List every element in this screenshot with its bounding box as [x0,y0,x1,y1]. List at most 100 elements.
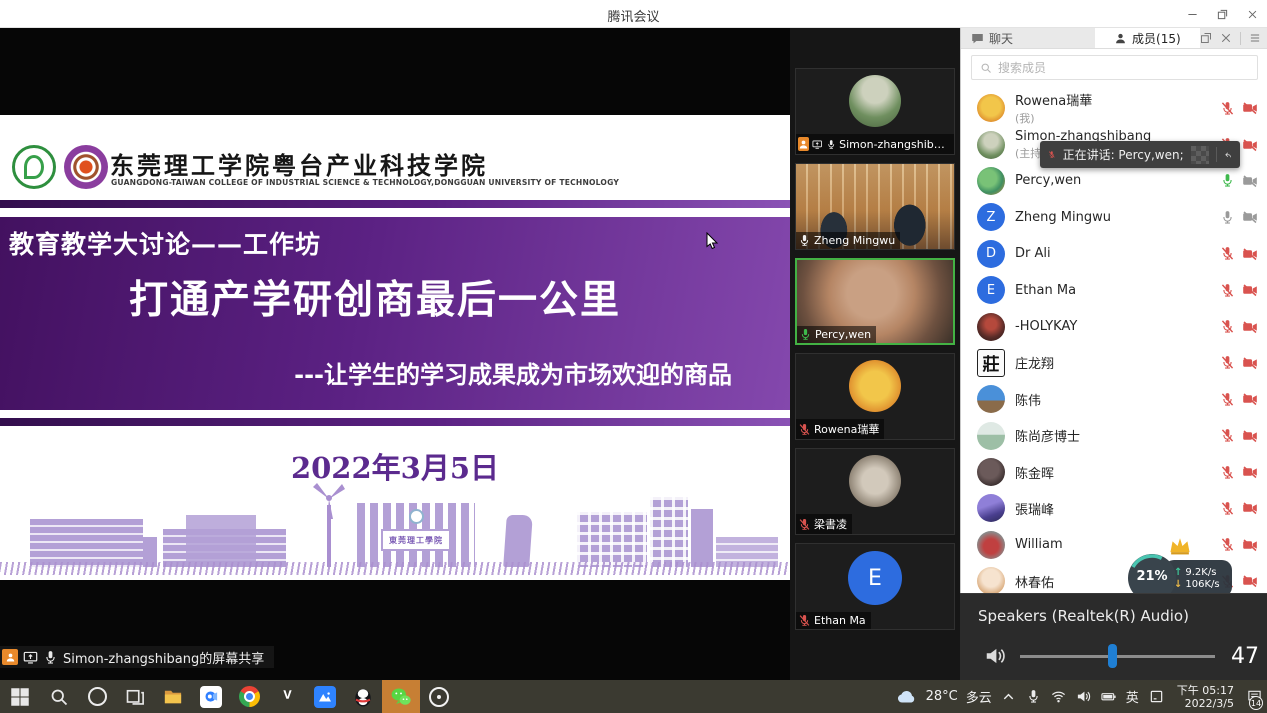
meeting-recorder-icon[interactable] [420,680,458,713]
mic-icon [798,518,811,531]
member-row[interactable]: 陈金晖 [961,454,1267,490]
task-view-icon[interactable] [116,680,154,713]
tray-battery-icon[interactable] [1096,680,1121,713]
popout-icon[interactable] [1200,32,1212,44]
camera-icon[interactable] [1242,573,1258,589]
member-name: 陈伟 [1015,390,1220,409]
camera-icon[interactable] [1242,137,1258,153]
restore-button[interactable] [1207,0,1237,28]
camera-icon[interactable] [1242,428,1258,444]
tencent-meeting-icon[interactable] [192,680,230,713]
mic-icon[interactable] [1220,319,1235,334]
wechat-icon[interactable] [382,680,420,713]
member-row[interactable]: 陈尚彦博士 [961,418,1267,454]
weather-condition[interactable]: 多云 [962,687,996,706]
volume-flyout: Speakers (Realtek(R) Audio) 47 [960,593,1267,680]
tray-wifi-icon[interactable] [1046,680,1071,713]
minimize-button[interactable] [1177,0,1207,28]
member-row[interactable]: William [961,527,1267,563]
video-tile-ethan[interactable]: E Ethan Ma [795,543,955,630]
reply-icon[interactable] [1224,148,1232,162]
chat-icon [971,32,984,45]
video-tile-liang[interactable]: 梁書凌 [795,448,955,535]
avatar [849,455,901,507]
participant-name: Zheng Mingwu [814,234,895,247]
mic-icon[interactable] [1220,173,1235,188]
member-row[interactable]: 陈伟 [961,381,1267,417]
camera-icon[interactable] [1242,246,1258,262]
campus-gate: 東莞理工學院 [357,503,475,567]
mic-icon[interactable] [1220,428,1235,443]
mic-icon[interactable] [1220,246,1235,261]
notification-center-icon[interactable]: 14 [1242,680,1267,713]
mic-icon[interactable] [1220,355,1235,370]
camera-icon[interactable] [1242,500,1258,516]
mic-icon[interactable] [1220,392,1235,407]
member-row[interactable]: Rowena瑞華(我) [961,90,1267,126]
camera-icon[interactable] [1242,282,1258,298]
video-tile-percy[interactable]: Percy,wen [795,258,955,345]
avatar [977,313,1005,341]
speaker-icon[interactable] [984,645,1006,667]
tab-chat[interactable]: 聊天 [961,28,1095,48]
start-button[interactable] [0,680,40,713]
close-panel-icon[interactable] [1220,32,1232,44]
member-row[interactable]: -HOLYKAY [961,308,1267,344]
qq-icon[interactable] [344,680,382,713]
video-tile-rowena[interactable]: Rowena瑞華 [795,353,955,440]
v-app-icon[interactable] [268,680,306,713]
file-explorer-icon[interactable] [154,680,192,713]
video-tile-simon[interactable]: Simon-zhangshibang的... [795,68,955,155]
video-tile-zheng[interactable]: Zheng Mingwu [795,163,955,250]
search-icon [980,62,992,74]
camera-icon[interactable] [1242,319,1258,335]
speaking-toast: 正在讲话: Percy,wen; [1040,141,1240,168]
camera-icon[interactable] [1242,355,1258,371]
slider-track[interactable] [1020,655,1215,658]
camera-icon[interactable] [1242,100,1258,116]
close-button[interactable] [1237,0,1267,28]
taskbar-clock[interactable]: 下午 05:17 2022/3/5 [1169,684,1242,710]
tab-members[interactable]: 成员(15) [1095,28,1200,48]
slide-date: 2022年3月5日 [0,445,790,487]
tray-expand-icon[interactable] [996,680,1021,713]
member-row[interactable]: 張瑞峰 [961,490,1267,526]
slider-thumb[interactable] [1108,644,1117,668]
avatar [849,75,901,127]
volume-slider[interactable] [1020,644,1215,668]
member-row[interactable]: E Ethan Ma [961,272,1267,308]
member-row[interactable]: D Dr Ali [961,236,1267,272]
clock-time: 下午 05:17 [1177,684,1234,697]
person-icon [1114,32,1127,45]
mic-icon[interactable] [1220,501,1235,516]
window-titlebar[interactable]: 腾讯会议 [0,0,1267,28]
taskbar-search-icon[interactable] [40,680,78,713]
tray-mic-icon[interactable] [1021,680,1046,713]
chrome-icon[interactable] [230,680,268,713]
mic-icon[interactable] [1220,283,1235,298]
weather-temp[interactable]: 28°C [922,689,962,704]
camera-icon[interactable] [1242,537,1258,553]
weather-icon[interactable] [892,680,922,713]
member-row[interactable]: Z Zheng Mingwu [961,199,1267,235]
camera-icon[interactable] [1242,391,1258,407]
clock-date: 2022/3/5 [1177,697,1234,710]
member-row[interactable]: 莊 庄龙翔 [961,345,1267,381]
tray-volume-icon[interactable] [1071,680,1096,713]
presentation-slide: 东莞理工学院粤台产业科技学院 GUANGDONG-TAIWAN COLLEGE … [0,115,790,580]
member-row[interactable]: Percy,wen [961,163,1267,199]
mic-icon[interactable] [1220,465,1235,480]
docs-app-icon[interactable] [306,680,344,713]
mic-icon[interactable] [1220,101,1235,116]
camera-icon[interactable] [1242,173,1258,189]
search-members-input[interactable]: 搜索成员 [971,55,1258,80]
input-language[interactable]: 英 [1121,680,1144,713]
ime-board-icon[interactable] [1144,680,1169,713]
mic-muted-icon[interactable] [1048,148,1056,161]
cortana-icon[interactable] [78,680,116,713]
menu-icon[interactable] [1249,32,1261,44]
mic-icon[interactable] [1220,537,1235,552]
camera-icon[interactable] [1242,464,1258,480]
mic-icon[interactable] [1220,210,1235,225]
camera-icon[interactable] [1242,209,1258,225]
